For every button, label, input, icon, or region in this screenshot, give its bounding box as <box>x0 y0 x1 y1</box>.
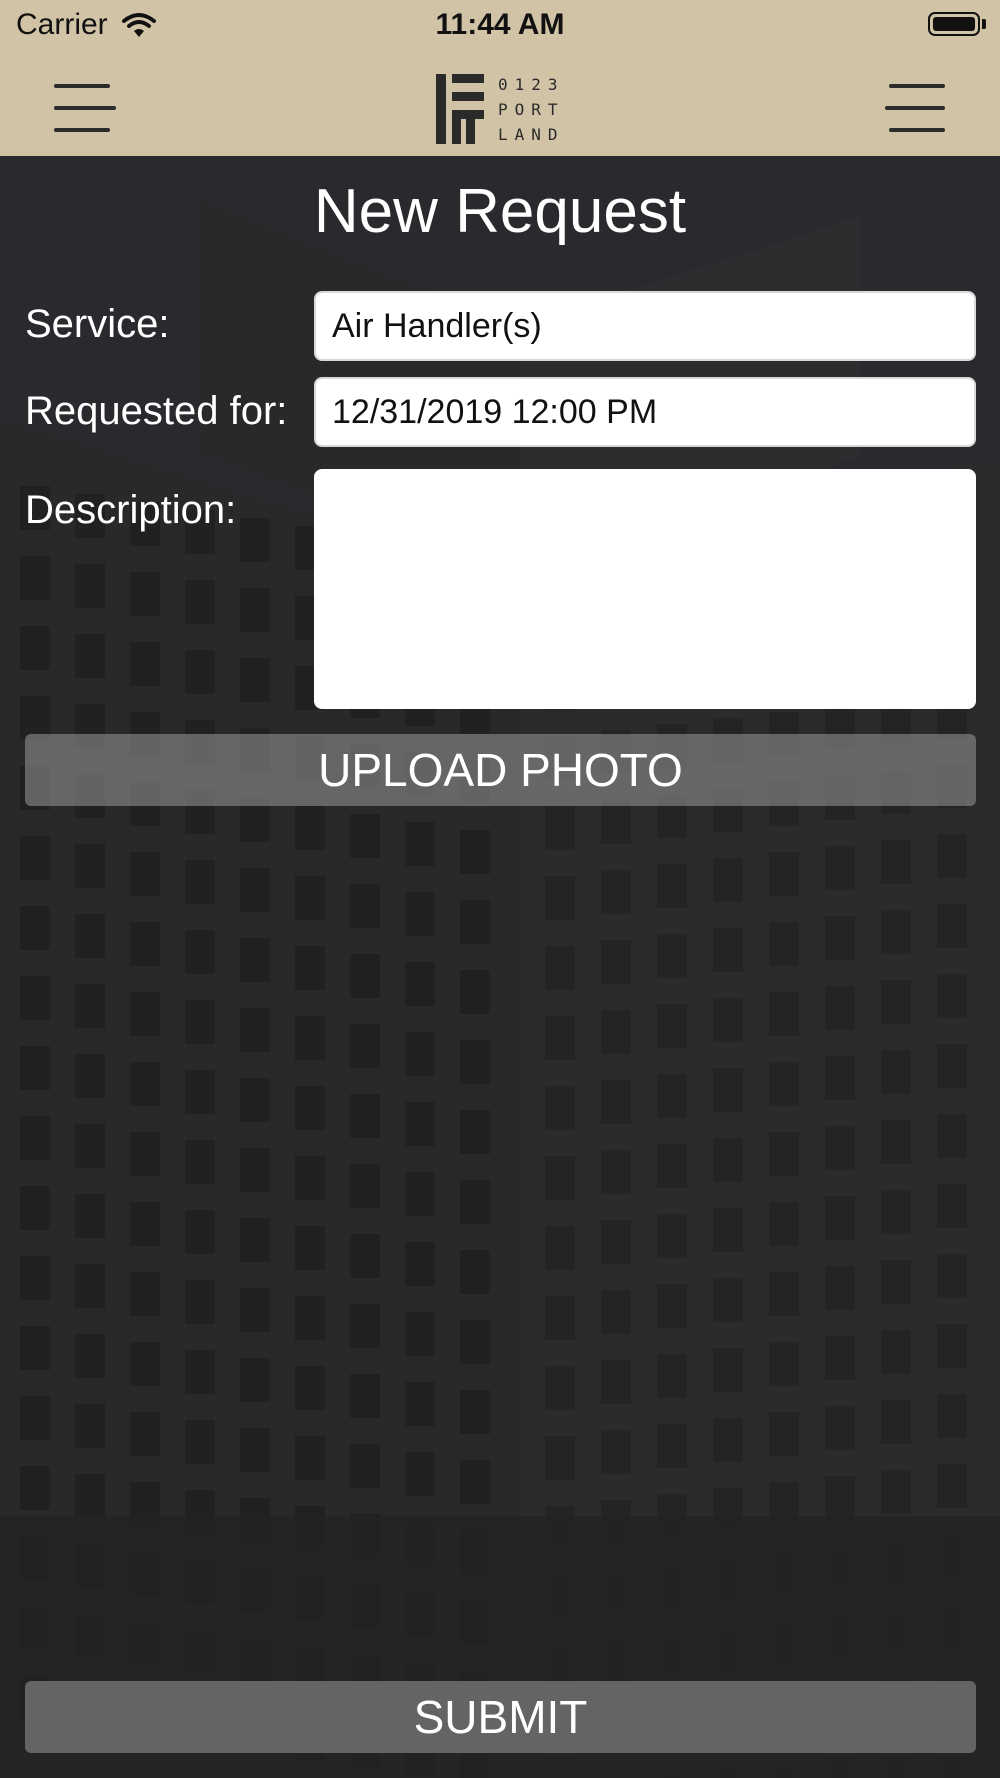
requested-for-label: Requested for: <box>25 389 288 433</box>
left-menu-icon[interactable] <box>54 84 116 134</box>
service-label: Service: <box>25 302 170 346</box>
logo-line-3: LAND <box>498 125 565 144</box>
requested-for-field[interactable]: 12/31/2019 12:00 PM <box>314 377 976 447</box>
logo-text: 0123 PORT LAND <box>498 72 565 147</box>
page-title: New Request <box>313 177 687 246</box>
service-field[interactable]: Air Handler(s) <box>314 291 976 361</box>
logo-mark-icon <box>436 74 484 144</box>
description-textarea[interactable] <box>314 469 976 709</box>
status-time: 11:44 AM <box>435 8 565 41</box>
description-label: Description: <box>25 488 237 532</box>
right-menu-icon[interactable] <box>885 84 947 134</box>
battery-tip <box>982 19 986 29</box>
logo: 0123 PORT LAND <box>436 74 566 146</box>
logo-line-1: 0123 <box>498 75 565 94</box>
logo-line-2: PORT <box>498 100 565 119</box>
upload-photo-button[interactable]: UPLOAD PHOTO <box>25 734 976 806</box>
submit-button[interactable]: SUBMIT <box>25 1681 976 1753</box>
battery-icon <box>928 12 980 36</box>
